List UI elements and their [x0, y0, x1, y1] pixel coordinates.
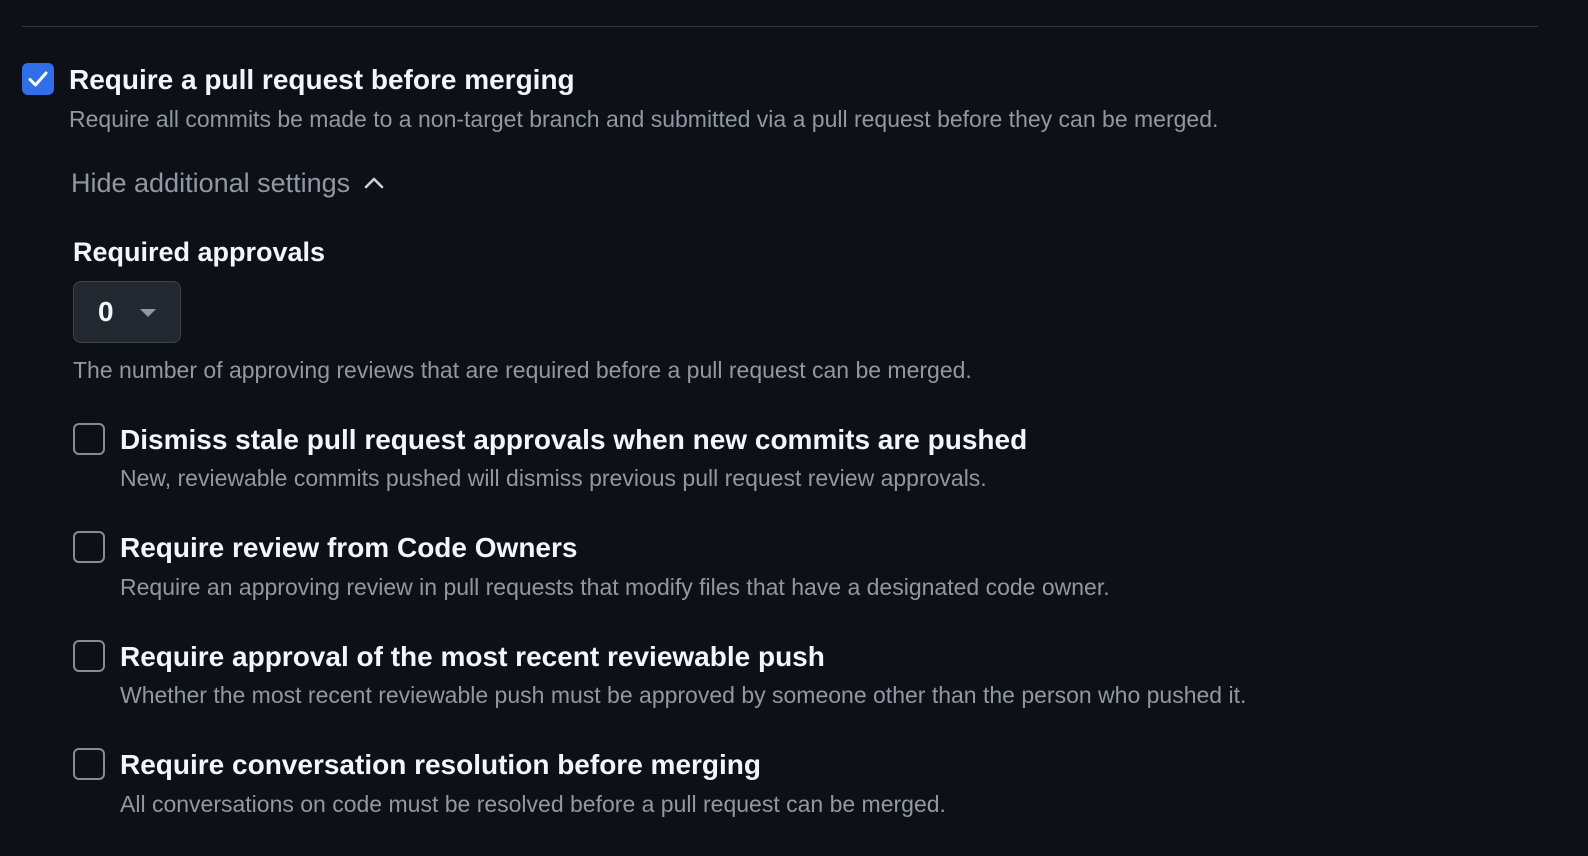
required-approvals-value: 0	[98, 296, 114, 327]
code-owners-review-checkbox[interactable]	[73, 531, 105, 563]
code-owners-review-description: Require an approving review in pull requ…	[120, 574, 1110, 600]
require-pull-request-checkbox[interactable]	[22, 63, 54, 95]
recent-push-approval-description: Whether the most recent reviewable push …	[120, 682, 1247, 708]
required-approvals-description: The number of approving reviews that are…	[73, 357, 972, 383]
top-divider	[22, 26, 1538, 27]
dismiss-stale-approvals-title: Dismiss stale pull request approvals whe…	[120, 424, 1028, 455]
branch-protection-panel: Require a pull request before merging Re…	[0, 0, 1588, 856]
recent-push-approval-checkbox[interactable]	[73, 640, 105, 672]
recent-push-approval-title: Require approval of the most recent revi…	[120, 641, 825, 672]
dismiss-stale-approvals-checkbox[interactable]	[73, 423, 105, 455]
dismiss-stale-approvals-description: New, reviewable commits pushed will dism…	[120, 465, 987, 491]
conversation-resolution-checkbox[interactable]	[73, 748, 105, 780]
checkmark-icon	[28, 71, 48, 87]
chevron-up-icon	[364, 173, 384, 193]
hide-additional-settings-toggle[interactable]: Hide additional settings	[71, 166, 384, 200]
caret-down-icon	[140, 309, 156, 317]
required-approvals-select[interactable]: 0	[73, 281, 181, 343]
code-owners-review-title: Require review from Code Owners	[120, 532, 578, 563]
require-pull-request-description: Require all commits be made to a non-tar…	[69, 106, 1219, 132]
conversation-resolution-description: All conversations on code must be resolv…	[120, 791, 946, 817]
conversation-resolution-title: Require conversation resolution before m…	[120, 749, 762, 780]
hide-additional-settings-label: Hide additional settings	[71, 168, 351, 198]
require-pull-request-title: Require a pull request before merging	[69, 64, 575, 95]
required-approvals-label: Required approvals	[73, 237, 326, 267]
